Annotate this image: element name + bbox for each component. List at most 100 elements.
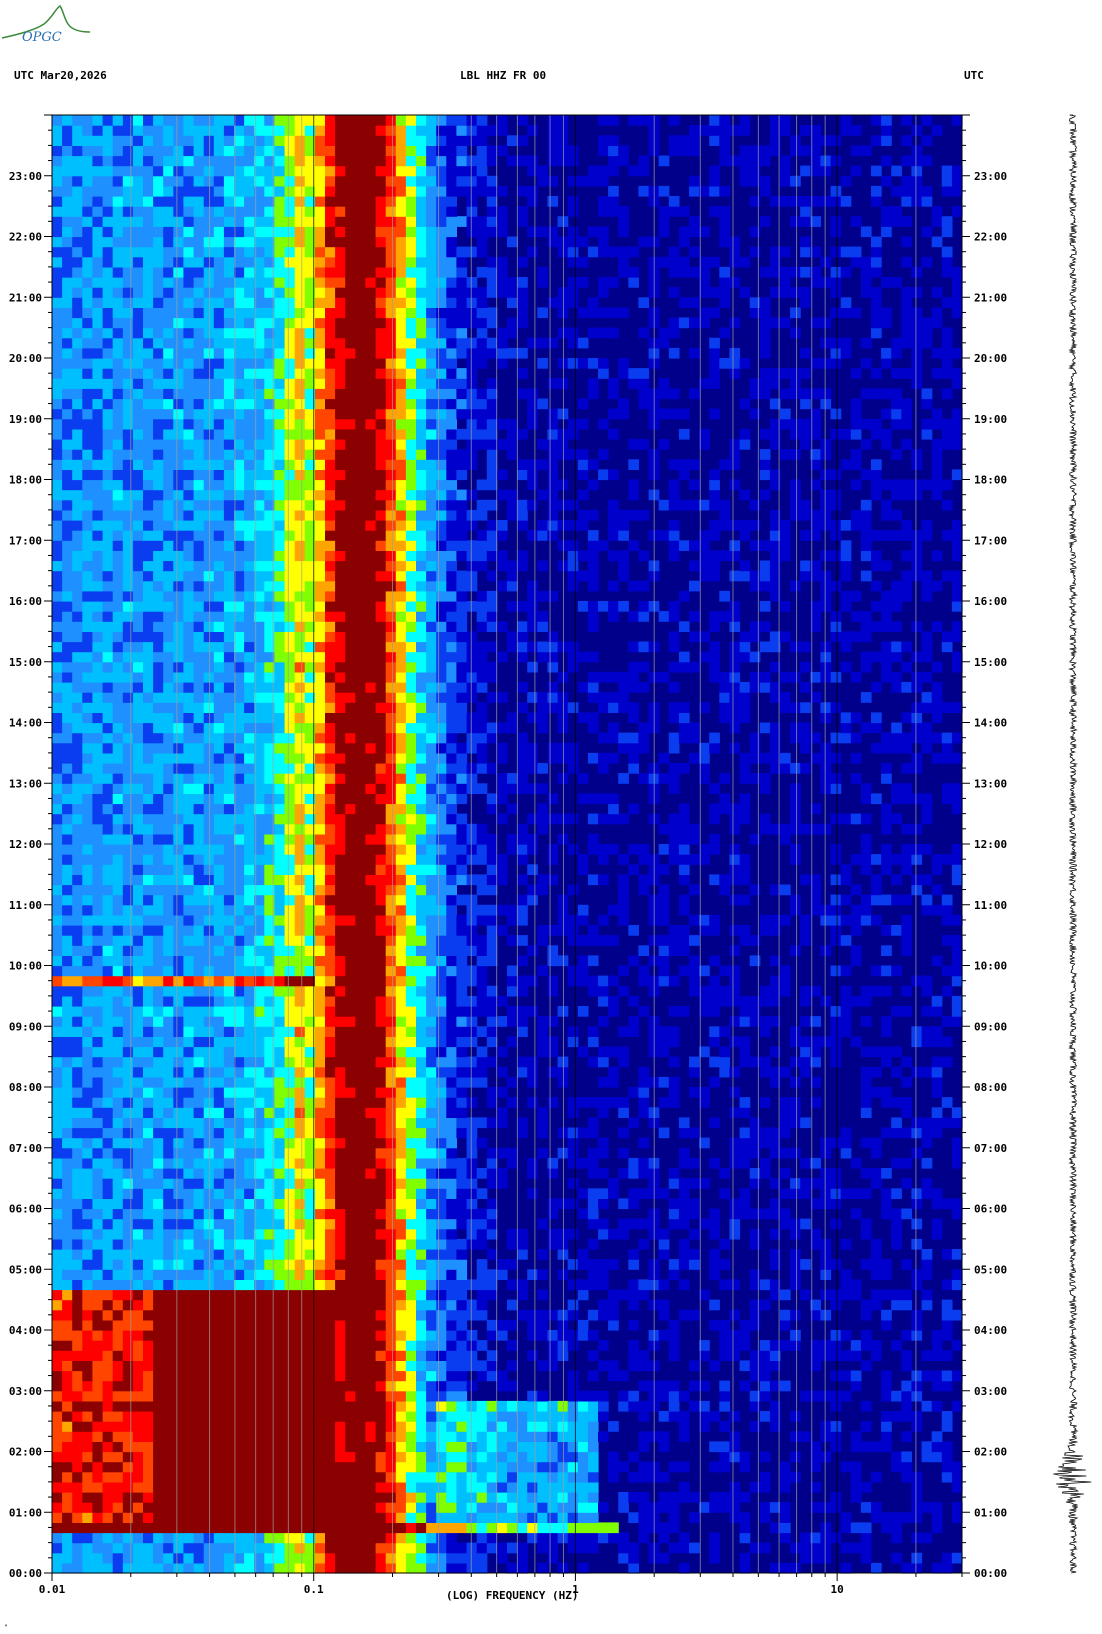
heatmap-cell [446, 1178, 457, 1189]
heatmap-cell [638, 854, 650, 865]
heatmap-cell [405, 1532, 417, 1544]
heatmap-cell [213, 1279, 225, 1291]
heatmap-cell [72, 1431, 83, 1442]
heatmap-cell [598, 1046, 609, 1058]
heatmap-cell [416, 1400, 427, 1412]
heatmap-cell [729, 1208, 741, 1220]
heatmap-cell [244, 1411, 255, 1422]
heatmap-cell [345, 1562, 356, 1574]
heatmap-cell [507, 803, 518, 815]
heatmap-cell [527, 1350, 538, 1361]
heatmap-cell [436, 1390, 447, 1402]
heatmap-cell [92, 854, 104, 865]
heatmap-cell [274, 1279, 286, 1291]
heatmap-cell [92, 1451, 104, 1463]
heatmap-cell [62, 1309, 73, 1321]
heatmap-cell [62, 1127, 73, 1139]
heatmap-cell [891, 1006, 902, 1017]
heatmap-cell [729, 803, 741, 815]
heatmap-cell [355, 1157, 366, 1169]
heatmap-cell [941, 1370, 953, 1382]
heatmap-cell [223, 1188, 235, 1199]
heatmap-cell [385, 1188, 397, 1199]
heatmap-cell [790, 1228, 801, 1240]
heatmap-cell [658, 914, 670, 926]
heatmap-cell [223, 1147, 235, 1159]
heatmap-cell [274, 914, 286, 926]
heatmap-cell [405, 1319, 417, 1331]
heatmap-cell [405, 1279, 417, 1291]
heatmap-cell [173, 985, 184, 997]
heatmap-cell [395, 1421, 407, 1432]
heatmap-cell [112, 945, 124, 956]
heatmap-cell [102, 1249, 114, 1260]
heatmap-cell [668, 1036, 680, 1048]
heatmap-cell [102, 844, 114, 855]
heatmap-cell [405, 884, 417, 896]
heatmap-cell [234, 1532, 245, 1544]
heatmap-cell [911, 1279, 923, 1291]
heatmap-cell [72, 854, 83, 865]
heatmap-cell [183, 1218, 195, 1230]
heatmap-cell [446, 1451, 457, 1463]
heatmap-cell [193, 1198, 205, 1210]
heatmap-cell [173, 1238, 184, 1250]
heatmap-cell [193, 1127, 205, 1139]
heatmap-cell [840, 1370, 852, 1382]
heatmap-cell [931, 1218, 943, 1230]
heatmap-cell [618, 1289, 629, 1301]
heatmap-cell [537, 1107, 548, 1118]
heatmap-cell [911, 1198, 923, 1210]
heatmap-cell [405, 1431, 417, 1442]
heatmap-cell [405, 1137, 417, 1149]
heatmap-cell [72, 975, 83, 987]
heatmap-cell [62, 1400, 73, 1412]
heatmap-cell [244, 813, 255, 825]
heatmap-cell [507, 985, 518, 997]
heatmap-cell [507, 1006, 518, 1017]
heatmap-cell [820, 1137, 832, 1149]
heatmap-cell [375, 1127, 387, 1139]
heatmap-cell [335, 1481, 346, 1493]
heatmap-cell [314, 1279, 326, 1291]
heatmap-cell [143, 1208, 154, 1220]
heatmap-cell [901, 1411, 912, 1422]
heatmap-cell [92, 1107, 104, 1118]
heatmap-cell [163, 1350, 174, 1361]
heatmap-cell [72, 874, 83, 886]
heatmap-cell [365, 1117, 377, 1129]
heatmap-cell [335, 1259, 346, 1270]
heatmap-cell [132, 1147, 144, 1159]
heatmap-cell [395, 1036, 407, 1048]
heatmap-cell [234, 965, 245, 977]
heatmap-cell [112, 773, 124, 784]
heatmap-cell [901, 1097, 912, 1108]
heatmap-cell [385, 1390, 397, 1402]
heatmap-cell [143, 1441, 154, 1453]
heatmap-cell [436, 844, 447, 855]
heatmap-cell [183, 1512, 195, 1523]
heatmap-cell [153, 1522, 164, 1534]
heatmap-cell [466, 1481, 478, 1493]
heatmap-cell [213, 1137, 225, 1149]
heatmap-cell [102, 1228, 114, 1240]
heatmap-cell [628, 864, 639, 875]
heatmap-cell [729, 1512, 741, 1523]
heatmap-cell [678, 904, 690, 916]
heatmap-cell [173, 1157, 184, 1169]
heatmap-cell [183, 955, 195, 967]
heatmap-cell [345, 1026, 356, 1037]
heatmap-cell [314, 1269, 326, 1280]
heatmap-cell [689, 914, 700, 926]
heatmap-cell [234, 1016, 245, 1027]
heatmap-cell [102, 1147, 114, 1159]
heatmap-cell [284, 1107, 296, 1118]
heatmap-cell [193, 1218, 205, 1230]
heatmap-cell [203, 1147, 215, 1159]
heatmap-cell [173, 1400, 184, 1412]
heatmap-cell [405, 1421, 417, 1432]
heatmap-cell [52, 864, 63, 875]
heatmap-cell [345, 1107, 356, 1118]
heatmap-cell [112, 1380, 124, 1392]
heatmap-cell [213, 1411, 225, 1422]
